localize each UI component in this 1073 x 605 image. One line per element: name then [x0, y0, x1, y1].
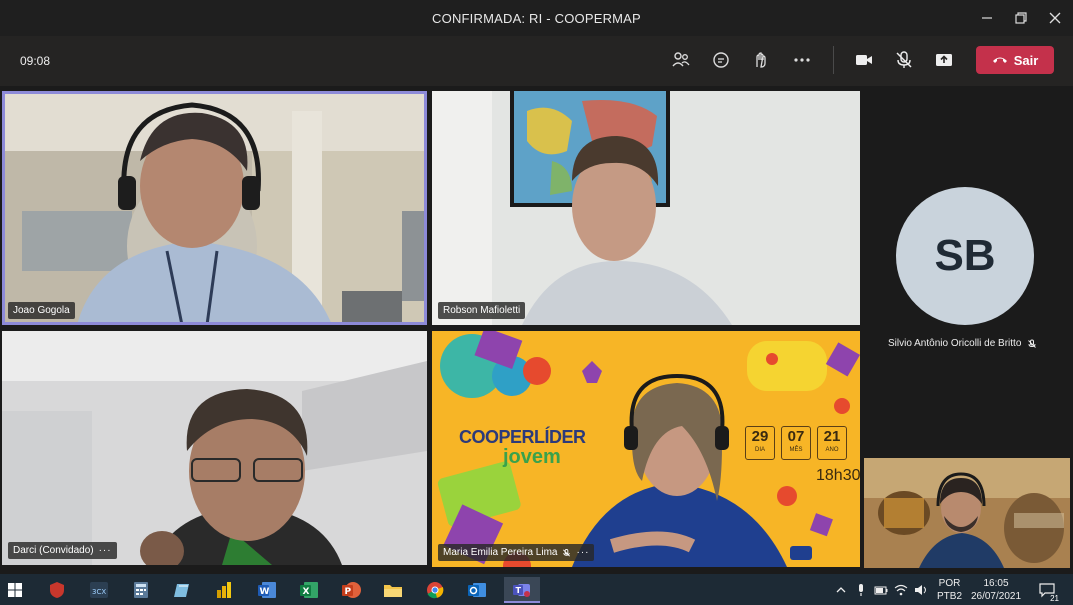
avatar-sb[interactable]: SB	[896, 187, 1034, 325]
notes-icon	[174, 584, 189, 597]
participant-name-label: Darci (Convidado) ···	[8, 542, 117, 559]
chrome-icon	[427, 582, 444, 599]
calculator-icon	[134, 582, 148, 598]
windows-logo-icon	[8, 583, 22, 597]
participant-name-label: Joao Gogola	[8, 302, 75, 319]
wifi-icon	[894, 584, 908, 596]
mic-off-icon	[563, 548, 571, 556]
more-actions-button[interactable]	[786, 44, 818, 76]
notification-center-button[interactable]: 21	[1034, 577, 1060, 603]
svg-text:X: X	[303, 587, 310, 597]
more-options-icon[interactable]: ···	[576, 547, 589, 558]
taskbar-app-3cx[interactable]: 3CX	[86, 577, 112, 603]
video-feed-joao	[2, 91, 427, 325]
taskbar-app-teams[interactable]: T	[504, 577, 540, 603]
taskbar-app-chrome[interactable]	[422, 577, 448, 603]
taskbar-app-explorer[interactable]	[380, 577, 406, 603]
svg-text:P: P	[345, 587, 352, 597]
minimize-icon	[982, 17, 992, 19]
mic-off-icon	[1028, 339, 1037, 348]
maximize-button[interactable]	[1004, 0, 1038, 36]
chevron-up-icon	[836, 587, 846, 593]
tray-expand-button[interactable]	[832, 577, 850, 603]
self-view-tile[interactable]	[864, 458, 1070, 568]
hang-up-icon	[992, 57, 1007, 63]
mic-off-icon	[896, 51, 912, 68]
people-icon	[672, 52, 690, 67]
share-screen-button[interactable]	[928, 44, 960, 76]
taskbar-app-outlook[interactable]	[464, 577, 490, 603]
taskbar-app-calculator[interactable]	[128, 577, 154, 603]
tray-battery[interactable]	[872, 577, 890, 603]
video-tile-maria[interactable]: COOPERLÍDER jovem 29 DIA 07 MÊS 21 ANO 1…	[432, 331, 860, 567]
banner-brand-line1: COOPERLÍDER	[459, 427, 586, 447]
banner-date-month: 07 MÊS	[781, 426, 811, 460]
participant-name-label: Robson Mafioletti	[438, 302, 526, 319]
taskbar-app-powerpoint[interactable]: P	[338, 577, 364, 603]
svg-text:W: W	[260, 587, 270, 597]
banner-brand: COOPERLÍDER jovem	[459, 427, 586, 469]
tray-wifi[interactable]	[892, 577, 910, 603]
close-window-button[interactable]	[1038, 0, 1072, 36]
restore-icon	[1015, 12, 1027, 24]
mic-icon	[859, 584, 863, 596]
folder-icon	[384, 585, 402, 597]
outlook-icon	[468, 583, 486, 597]
teams-icon: T	[513, 584, 530, 597]
video-feed-darci	[2, 331, 427, 565]
more-options-icon[interactable]: ···	[99, 545, 112, 556]
video-feed-robson	[432, 91, 860, 325]
meeting-timer: 09:08	[20, 54, 51, 68]
svg-text:3CX: 3CX	[92, 588, 106, 596]
chat-icon	[713, 52, 729, 68]
participants-button[interactable]	[665, 44, 697, 76]
taskbar-app-excel[interactable]: X	[296, 577, 322, 603]
notification-count-badge: 21	[1049, 594, 1060, 603]
reactions-button[interactable]	[745, 44, 777, 76]
phone-app-icon: 3CX	[90, 582, 108, 598]
participant-name-label: Maria Emilia Pereira Lima ···	[438, 544, 595, 561]
excel-icon: X	[300, 582, 318, 598]
participant-name-label: Silvio Antônio Oricolli de Britto	[888, 338, 1037, 349]
tray-mic[interactable]	[852, 577, 870, 603]
start-button[interactable]	[2, 577, 28, 603]
powerbi-icon	[217, 582, 231, 598]
tray-clock[interactable]: 16:05 26/07/2021	[967, 577, 1025, 603]
banner-date: 29 DIA 07 MÊS 21 ANO	[745, 426, 847, 460]
tray-volume[interactable]	[912, 577, 930, 603]
leave-button[interactable]: Sair	[976, 46, 1054, 74]
more-icon	[794, 58, 810, 62]
close-icon	[1049, 12, 1061, 24]
mic-button[interactable]	[888, 44, 920, 76]
window-title: CONFIRMADA: RI - COOPERMAP	[432, 10, 641, 26]
video-tile-robson[interactable]: Robson Mafioletti	[432, 91, 860, 325]
window-titlebar: CONFIRMADA: RI - COOPERMAP	[0, 0, 1073, 36]
banner-date-year: 21 ANO	[817, 426, 847, 460]
powerpoint-icon: P	[342, 582, 361, 598]
taskbar-app-notes[interactable]	[170, 577, 196, 603]
taskbar-app-word[interactable]: W	[254, 577, 280, 603]
svg-text:T: T	[516, 586, 522, 595]
word-icon: W	[258, 582, 276, 598]
minimize-button[interactable]	[970, 0, 1004, 36]
taskbar-app-powerbi[interactable]	[212, 577, 238, 603]
tray-language[interactable]: POR PTB2	[937, 577, 962, 603]
banner-brand-line2: jovem	[503, 446, 561, 468]
volume-icon	[915, 585, 926, 595]
share-icon	[936, 54, 952, 66]
video-tile-darci[interactable]: Darci (Convidado) ···	[2, 331, 427, 565]
battery-icon	[874, 586, 888, 595]
camera-icon	[856, 55, 872, 65]
chat-button[interactable]	[705, 44, 737, 76]
taskbar-app-security[interactable]	[44, 577, 70, 603]
camera-button[interactable]	[848, 44, 880, 76]
banner-date-day: 29 DIA	[745, 426, 775, 460]
toolbar-divider	[833, 46, 834, 74]
video-tile-joao[interactable]: Joao Gogola	[2, 91, 427, 325]
raise-hand-icon	[756, 52, 766, 68]
self-view-feed	[864, 458, 1070, 568]
shield-icon	[50, 582, 64, 598]
leave-label: Sair	[1013, 52, 1039, 68]
banner-time: 18h30	[816, 467, 860, 484]
